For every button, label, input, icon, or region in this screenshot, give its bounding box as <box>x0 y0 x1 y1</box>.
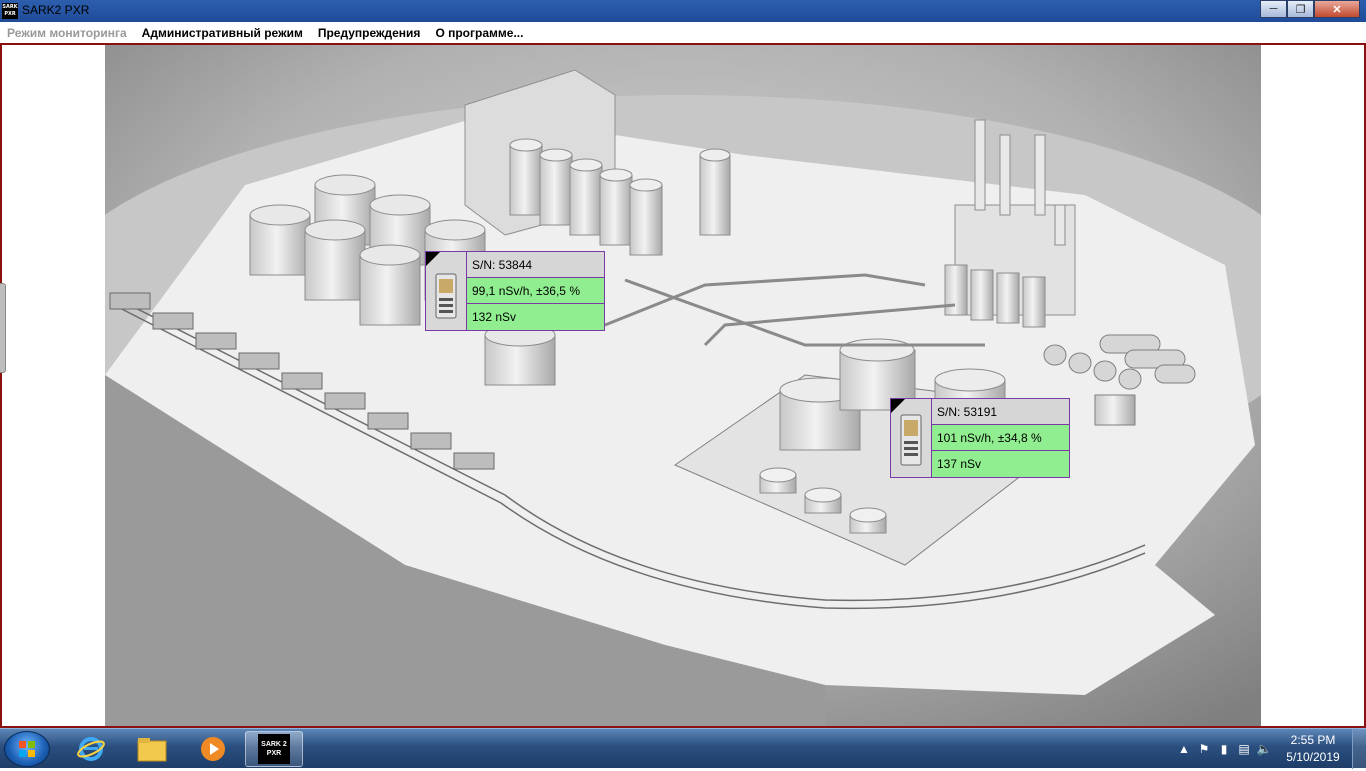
system-tray: ▲ ⚑ ▮ ▤ 🔈 2:55 PM 5/10/2019 <box>1174 729 1366 769</box>
internet-explorer-icon[interactable] <box>62 731 120 767</box>
sark2-app-icon: SARK 2 PXR <box>258 734 290 764</box>
industrial-plant-illustration <box>105 45 1261 726</box>
file-explorer-icon[interactable] <box>123 731 181 767</box>
clock-date: 5/10/2019 <box>1286 750 1340 764</box>
detector-card[interactable]: S/N: 53844 99,1 nSv/h, ±36,5 % 132 nSv <box>425 251 605 331</box>
plant-map-image <box>105 45 1261 726</box>
clock-time: 2:55 PM <box>1290 733 1336 747</box>
detector-dose-rate: 99,1 nSv/h, ±36,5 % <box>467 278 604 304</box>
app-logo-icon: SARK PXR <box>2 3 18 19</box>
show-desktop-button[interactable] <box>1352 729 1366 769</box>
menu-monitoring-mode: Режим мониторинга <box>7 25 127 40</box>
system-clock[interactable]: 2:55 PM 5/10/2019 <box>1274 732 1352 766</box>
windows-logo-icon <box>19 741 35 757</box>
battery-icon[interactable]: ▮ <box>1214 739 1234 759</box>
start-orb[interactable] <box>4 731 50 767</box>
menu-warnings[interactable]: Предупреждения <box>318 26 421 40</box>
menu-about[interactable]: О программе... <box>435 26 523 40</box>
close-button[interactable]: ✕ <box>1314 0 1360 18</box>
menu-admin-mode[interactable]: Административный режим <box>142 26 303 40</box>
detector-device-icon <box>426 252 467 330</box>
taskbar: SARK 2 PXR ▲ ⚑ ▮ ▤ 🔈 2:55 PM 5/10/2019 <box>0 728 1366 769</box>
window-title-bar: SARK PXR SARK2 PXR ─ ❐ ✕ <box>0 0 1366 22</box>
menu-bar: Режим мониторинга Административный режим… <box>0 22 1366 43</box>
action-center-flag-icon[interactable]: ⚑ <box>1194 739 1214 759</box>
media-player-icon[interactable] <box>184 731 242 767</box>
detector-serial: S/N: 53844 <box>467 252 604 278</box>
network-icon[interactable]: ▤ <box>1234 739 1254 759</box>
detector-dose: 132 nSv <box>467 304 604 330</box>
side-panel-handle[interactable] <box>0 283 6 373</box>
detector-card[interactable]: S/N: 53191 101 nSv/h, ±34,8 % 137 nSv <box>890 398 1070 478</box>
sark2-pxr-app[interactable]: SARK 2 PXR <box>245 731 303 767</box>
show-hidden-icons-icon[interactable]: ▲ <box>1174 739 1194 759</box>
detector-serial: S/N: 53191 <box>932 399 1069 425</box>
detector-dose-rate: 101 nSv/h, ±34,8 % <box>932 425 1069 451</box>
restore-button[interactable]: ❐ <box>1287 0 1314 18</box>
minimize-button[interactable]: ─ <box>1260 0 1287 18</box>
detector-dose: 137 nSv <box>932 451 1069 477</box>
detector-device-icon <box>891 399 932 477</box>
volume-icon[interactable]: 🔈 <box>1254 739 1274 759</box>
window-controls: ─ ❐ ✕ <box>1260 0 1360 18</box>
window-title: SARK2 PXR <box>22 3 90 17</box>
